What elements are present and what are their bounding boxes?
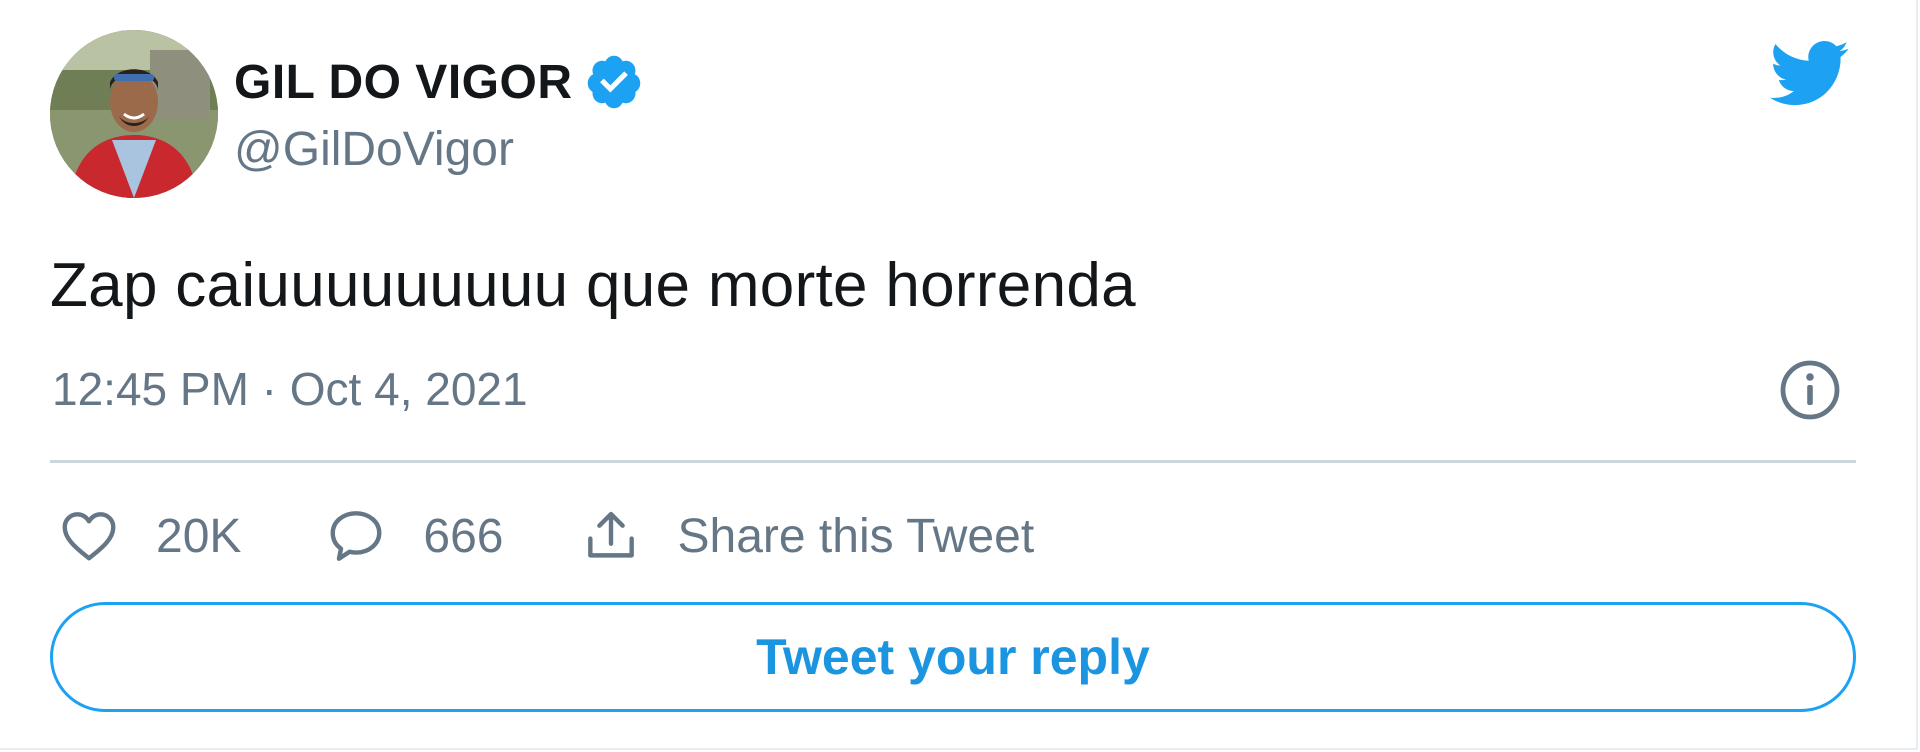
- tweet-card: GIL DO VIGOR @GilDoVigor Zap caiuuuuuuuu…: [0, 0, 1918, 750]
- avatar[interactable]: [50, 30, 218, 198]
- author-display-name[interactable]: GIL DO VIGOR: [234, 55, 572, 110]
- tweet-actions: 20K 666 Share this Tweet: [58, 500, 1034, 572]
- tweet-timestamp[interactable]: 12:45 PM · Oct 4, 2021: [52, 362, 528, 416]
- author-name-row[interactable]: GIL DO VIGOR: [234, 52, 644, 112]
- reply-action-button[interactable]: 666: [325, 505, 504, 567]
- like-button[interactable]: 20K: [58, 505, 241, 567]
- avatar-photo: [50, 30, 218, 198]
- share-button[interactable]: Share this Tweet: [580, 505, 1035, 567]
- share-label: Share this Tweet: [677, 509, 1035, 563]
- twitter-bird-icon[interactable]: [1770, 38, 1850, 110]
- like-count: 20K: [156, 509, 242, 563]
- heart-icon: [62, 512, 116, 561]
- info-icon[interactable]: [1778, 358, 1842, 422]
- speech-bubble-icon: [330, 511, 382, 561]
- tweet-your-reply-button[interactable]: Tweet your reply: [50, 602, 1856, 712]
- reply-count: 666: [423, 509, 504, 563]
- author-handle[interactable]: @GilDoVigor: [234, 122, 514, 177]
- divider: [50, 460, 1856, 463]
- verified-badge-icon: [588, 55, 641, 109]
- share-icon: [587, 511, 634, 558]
- tweet-text: Zap caiuuuuuuuuu que morte horrenda: [50, 251, 1136, 320]
